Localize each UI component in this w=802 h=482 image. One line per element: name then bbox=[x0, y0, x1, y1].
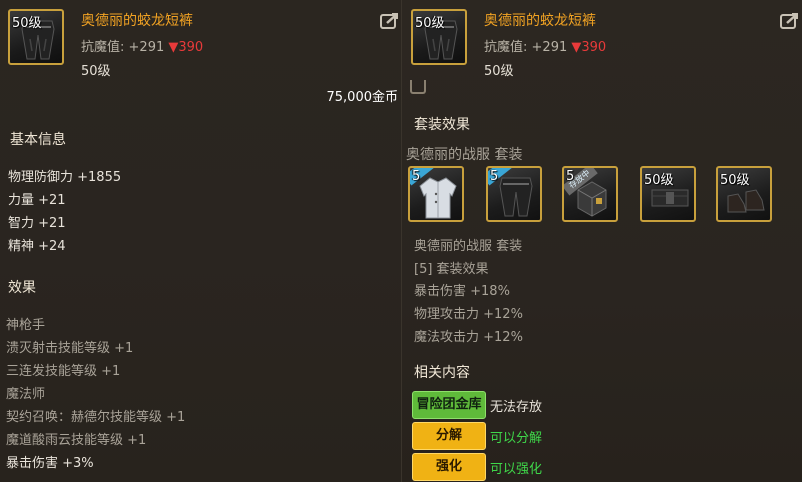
magic-resist-stat: 抗魔值: +291 ▼390 bbox=[484, 36, 606, 55]
set-bonus-line: 魔法攻击力 +12% bbox=[414, 330, 523, 345]
stat-down: ▼390 bbox=[168, 40, 204, 55]
enhance-button[interactable]: 强化 bbox=[412, 453, 486, 481]
stat-value: +291 bbox=[128, 40, 165, 55]
set-slot-shoes[interactable]: 50级 bbox=[716, 166, 772, 222]
effects-title: 效果 bbox=[8, 280, 36, 296]
set-effect-title: 套装效果 bbox=[414, 117, 470, 133]
item-name: 奥德丽的蛟龙短裤 bbox=[81, 13, 193, 29]
effect-line: 魔道酸雨云技能等级 +1 bbox=[6, 433, 147, 448]
disassemble-desc: 可以分解 bbox=[490, 431, 543, 446]
coin-icon bbox=[410, 80, 426, 94]
slot-badge: 5 bbox=[490, 169, 499, 184]
set-name: 奥德丽的战服 套装 bbox=[406, 147, 523, 163]
effect-line: 神枪手 bbox=[6, 318, 46, 333]
set-bonus-line: 物理攻击力 +12% bbox=[414, 307, 523, 322]
slot-badge: 5 bbox=[412, 169, 421, 184]
set-tier: [5] 套装效果 bbox=[414, 262, 489, 277]
enhance-desc: 可以强化 bbox=[490, 462, 543, 477]
item-level: 50级 bbox=[81, 64, 111, 79]
disassemble-button[interactable]: 分解 bbox=[412, 422, 486, 450]
item-level: 50级 bbox=[484, 64, 514, 79]
set-slot-coat[interactable]: 5 bbox=[408, 166, 464, 222]
coat-icon bbox=[419, 177, 457, 219]
share-icon[interactable] bbox=[380, 12, 400, 30]
magic-resist-stat: 抗魔值: +291 ▼390 bbox=[81, 36, 203, 55]
set-bonus-line: 暴击伤害 +18% bbox=[414, 284, 510, 299]
share-icon[interactable] bbox=[780, 12, 800, 30]
set-slot-belt[interactable]: 50级 bbox=[640, 166, 696, 222]
pants-icon bbox=[499, 177, 533, 217]
level-badge: 50级 bbox=[12, 16, 42, 31]
set-name-repeat: 奥德丽的战服 套装 bbox=[414, 239, 523, 254]
stat-label: 抗魔值: bbox=[81, 40, 125, 55]
guild-vault-desc: 无法存放 bbox=[490, 400, 543, 415]
price: 75,000金币 bbox=[326, 90, 399, 105]
stat-down: ▼390 bbox=[571, 40, 607, 55]
basic-info-title: 基本信息 bbox=[10, 132, 66, 148]
effect-line: 三连发技能等级 +1 bbox=[6, 364, 121, 379]
basic-info-line: 力量 +21 bbox=[8, 193, 66, 208]
set-slot-pants[interactable]: 5 bbox=[486, 166, 542, 222]
effect-line: 溃灭射击技能等级 +1 bbox=[6, 341, 134, 356]
effect-line: 魔法师 bbox=[6, 387, 46, 402]
item-icon-frame[interactable]: 50级 bbox=[411, 9, 467, 65]
level-badge: 50级 bbox=[415, 16, 445, 31]
stat-label: 抗魔值: bbox=[484, 40, 528, 55]
slot-badge: 5 bbox=[566, 169, 575, 184]
item-icon-frame[interactable]: 50级 bbox=[8, 9, 64, 65]
effect-line: 暴击伤害 +3% bbox=[6, 456, 94, 471]
effect-line: 契约召唤：赫德尔技能等级 +1 bbox=[6, 410, 186, 425]
related-title: 相关内容 bbox=[414, 365, 470, 381]
stat-value: +291 bbox=[531, 40, 568, 55]
left-item-panel: 50级 奥德丽的蛟龙短裤 抗魔值: +291 ▼390 50级 75,000金币… bbox=[0, 0, 402, 482]
basic-info-line: 精神 +24 bbox=[8, 239, 66, 254]
item-name: 奥德丽的蛟龙短裤 bbox=[484, 13, 596, 29]
basic-info-line: 物理防御力 +1855 bbox=[8, 170, 122, 185]
set-slot-box[interactable]: 存放中 5 bbox=[562, 166, 618, 222]
slot-badge: 50级 bbox=[644, 173, 674, 188]
slot-badge: 50级 bbox=[720, 173, 750, 188]
guild-vault-button[interactable]: 冒险团金库 bbox=[412, 391, 486, 419]
right-item-panel: 50级 奥德丽的蛟龙短裤 抗魔值: +291 ▼390 50级 套装效果 奥德丽… bbox=[402, 0, 802, 482]
basic-info-line: 智力 +21 bbox=[8, 216, 66, 231]
